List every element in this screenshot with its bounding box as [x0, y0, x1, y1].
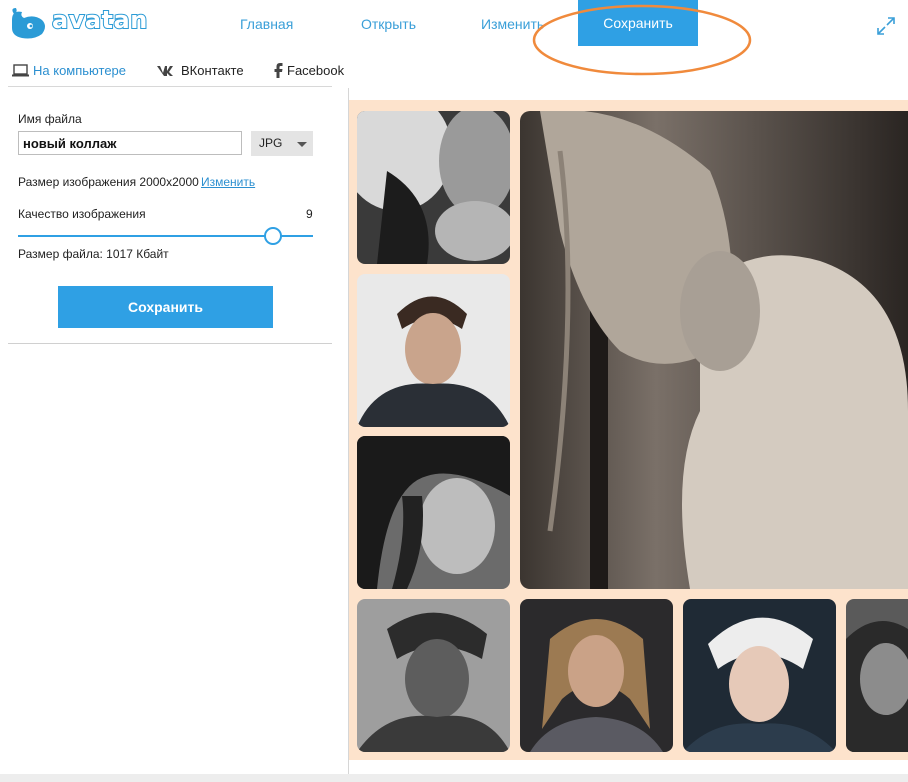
format-select[interactable]: JPG	[251, 131, 313, 156]
change-size-link[interactable]: Изменить	[201, 175, 255, 189]
collage-photo-5[interactable]	[520, 599, 673, 752]
bottom-bar	[0, 774, 908, 782]
chevron-down-icon	[297, 142, 307, 147]
collage-photo-large[interactable]	[520, 111, 908, 589]
quality-slider-handle[interactable]	[264, 227, 282, 245]
tabs-divider	[8, 86, 332, 87]
format-select-value: JPG	[259, 136, 283, 150]
save-button[interactable]: Сохранить	[58, 286, 273, 328]
top-bar: avatan Главная Открыть Изменить Сохранит…	[0, 0, 908, 50]
nav-edit[interactable]: Изменить	[481, 16, 544, 32]
nav-home[interactable]: Главная	[240, 16, 293, 32]
collage-photo-3[interactable]	[357, 436, 510, 589]
quality-label: Качество изображения	[18, 207, 146, 221]
collage-photo-6[interactable]	[683, 599, 836, 752]
file-size-label: Размер файла: 1017 Кбайт	[18, 247, 169, 261]
laptop-icon	[12, 64, 29, 77]
panel-divider	[8, 343, 332, 344]
logo-text: avatan	[51, 5, 148, 35]
collage-photo-1[interactable]	[357, 111, 510, 264]
tab-facebook-label: Facebook	[287, 63, 345, 78]
nav-open[interactable]: Открыть	[361, 16, 416, 32]
tab-vkontakte[interactable]: ВКонтакте	[157, 63, 244, 78]
tab-vkontakte-label: ВКонтакте	[181, 63, 244, 78]
filename-input[interactable]	[18, 131, 242, 155]
collage-photo-2[interactable]	[357, 274, 510, 427]
save-destination-tabs: На компьютере ВКонтакте Facebook	[0, 56, 348, 88]
facebook-icon	[274, 63, 283, 78]
collage-photo-4[interactable]	[357, 599, 510, 752]
image-size-label: Размер изображения 2000x2000	[18, 175, 199, 189]
tab-facebook[interactable]: Facebook	[274, 63, 344, 78]
filename-label: Имя файла	[18, 112, 82, 126]
tab-computer[interactable]: На компьютере	[12, 63, 126, 78]
expand-icon[interactable]	[876, 16, 896, 36]
tab-computer-label: На компьютере	[33, 63, 127, 78]
nav-save-button[interactable]: Сохранить	[578, 0, 698, 46]
collage-photo-7[interactable]	[846, 599, 908, 752]
quality-value: 9	[306, 207, 313, 221]
vk-icon	[157, 65, 173, 76]
